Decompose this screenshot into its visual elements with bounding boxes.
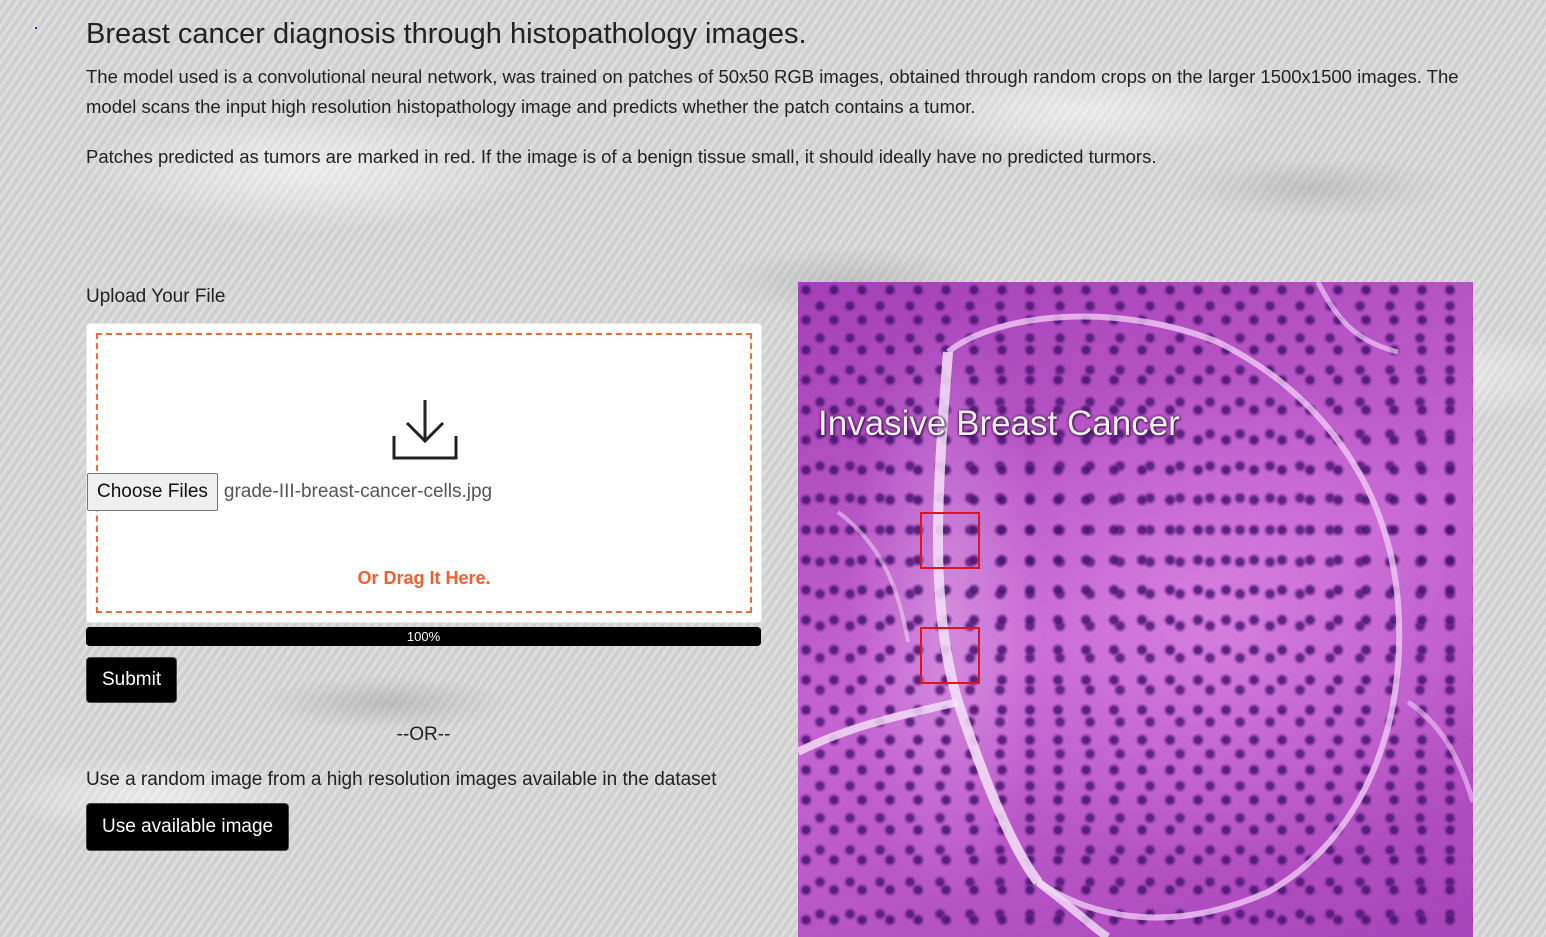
tumor-patch-marker (920, 512, 980, 569)
result-histopathology-image: Invasive Breast Cancer (798, 282, 1473, 937)
or-divider: --OR-- (396, 724, 451, 745)
tumor-marking-note: Patches predicted as tumors are marked i… (86, 146, 1157, 167)
tissue-membranes (798, 282, 1473, 937)
tumor-patch-marker (920, 627, 980, 684)
model-description: The model used is a convolutional neural… (86, 66, 1459, 117)
page-title: Breast cancer diagnosis through histopat… (86, 18, 807, 50)
progress-label: 100% (406, 629, 441, 644)
choose-files-button[interactable]: Choose Files (87, 473, 218, 511)
upload-progress-bar: 100% (86, 627, 761, 646)
selected-file-name: grade-III-breast-cancer-cells.jpg (223, 481, 493, 502)
upload-panel: Upload Your File Choose Files grade-III-… (86, 284, 762, 851)
upload-label: Upload Your File (86, 286, 226, 307)
page-header: Breast cancer diagnosis through histopat… (86, 16, 1486, 172)
random-image-hint: Use a random image from a high resolutio… (86, 769, 717, 790)
use-available-image-button[interactable]: Use available image (86, 803, 290, 851)
image-overlay-text: Invasive Breast Cancer (818, 404, 1180, 443)
drag-hint: Or Drag It Here. (357, 568, 491, 588)
stray-dot (35, 27, 37, 29)
submit-button[interactable]: Submit (86, 657, 178, 703)
file-drop-zone[interactable]: Choose Files grade-III-breast-cancer-cel… (86, 323, 762, 623)
file-input[interactable]: Choose Files grade-III-breast-cancer-cel… (87, 473, 492, 511)
download-icon (392, 400, 458, 460)
